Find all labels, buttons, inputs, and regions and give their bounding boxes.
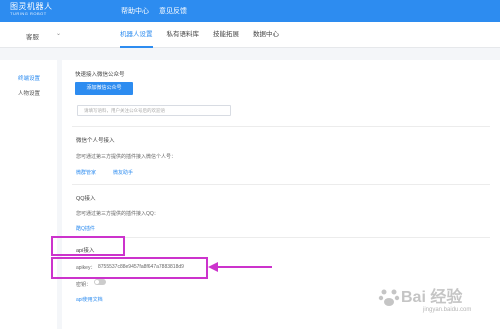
bot-name: 客服 <box>26 34 39 41</box>
annotation-box-api-title <box>51 236 125 256</box>
link-cool-q-plugin[interactable]: 酷Q插件 <box>76 225 95 232</box>
add-wechat-mp-button[interactable]: 添加微信公众号 <box>75 82 133 95</box>
paw-icon <box>378 289 400 306</box>
chevron-down-icon: ⌄ <box>56 31 62 37</box>
bot-selector[interactable]: 客服 ⌄ <box>26 31 61 41</box>
sidebar: 终端设置 人物设置 <box>0 60 57 329</box>
nav-help-center[interactable]: 帮助中心 <box>121 6 149 16</box>
top-header: 图灵机器人 TURING ROBOT 帮助中心 意见反馈 <box>0 0 500 22</box>
logo-sub-text: TURING ROBOT <box>10 11 47 16</box>
qq-desc: 您可通过第三方提供的插件接入QQ： <box>76 211 159 217</box>
secret-label: 密钥： <box>76 282 92 288</box>
top-nav: 帮助中心 意见反馈 <box>121 0 187 22</box>
qq-title: QQ接入 <box>76 196 96 202</box>
tab-private-corpus[interactable]: 私有语料库 <box>167 22 200 48</box>
sub-nav: 客服 ⌄ 机器人设置 私有语料库 技能拓展 数据中心 <box>0 22 500 48</box>
sidebar-item-terminal-settings[interactable]: 终端设置 <box>18 74 40 82</box>
watermark-url: jingyan.baidu.com <box>423 307 472 313</box>
secret-toggle[interactable] <box>94 279 106 285</box>
section-divider <box>72 184 490 185</box>
link-weiqun-manager[interactable]: 微群管家 <box>76 169 96 176</box>
link-api-docs[interactable]: api使用文档 <box>76 296 103 303</box>
wechat-personal-title: 微信个人号接入 <box>76 138 115 144</box>
baidu-jingyan-watermark: Bai 经验 jingyan.baidu.com <box>375 279 493 323</box>
watermark-text: Bai 经验 <box>401 289 463 306</box>
tab-robot-settings[interactable]: 机器人设置 <box>120 22 153 48</box>
annotation-arrow-line <box>216 266 272 268</box>
link-weiyou-assistant[interactable]: 微友助手 <box>113 169 133 176</box>
wechat-personal-desc: 您可通过第三方提供的插件接入微信个人号： <box>76 154 177 160</box>
nav-feedback[interactable]: 意见反馈 <box>159 6 187 16</box>
welcome-message-input[interactable]: 请填写语料，用户关注公众号后的欢迎语 <box>77 105 231 116</box>
tab-data-center[interactable]: 数据中心 <box>253 22 279 48</box>
annotation-box-apikey <box>51 257 208 279</box>
sidebar-item-persona-settings[interactable]: 人物设置 <box>18 89 40 97</box>
wechat-mp-title: 快速接入微信公众号 <box>75 72 125 78</box>
tab-skill-extension[interactable]: 技能拓展 <box>213 22 239 48</box>
section-divider <box>72 126 490 127</box>
sub-tabs: 机器人设置 私有语料库 技能拓展 数据中心 <box>120 22 279 48</box>
logo-main-text: 图灵机器人 <box>10 2 53 11</box>
logo[interactable]: 图灵机器人 TURING ROBOT <box>10 3 53 16</box>
section-divider <box>72 237 490 238</box>
